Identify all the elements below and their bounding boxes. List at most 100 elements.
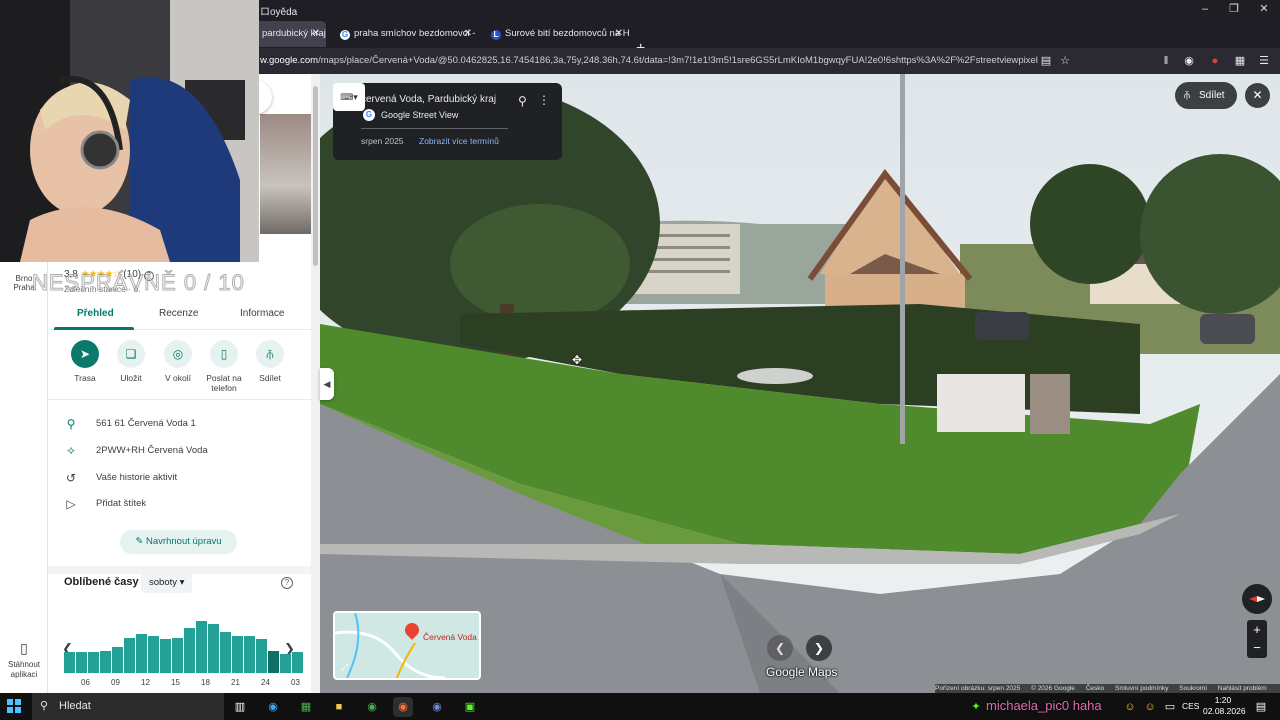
- help-icon[interactable]: ?: [281, 577, 293, 589]
- minimap[interactable]: Červená Voda ⤢: [333, 611, 481, 680]
- notifications-icon[interactable]: ▤: [1251, 697, 1271, 717]
- store-icon[interactable]: ▦: [296, 697, 316, 717]
- place-photo[interactable]: [260, 114, 311, 234]
- histogram-bar[interactable]: [124, 638, 135, 673]
- directions-label: Trasa: [74, 373, 96, 383]
- histogram-bar[interactable]: [160, 639, 171, 673]
- histogram-bar[interactable]: [64, 652, 75, 673]
- street-view[interactable]: [320, 74, 1280, 693]
- extension-red-icon[interactable]: ●: [1206, 52, 1224, 70]
- save-button[interactable]: ❏ Uložit: [107, 340, 155, 383]
- windows-start-icon[interactable]: [7, 699, 21, 713]
- footer-terms[interactable]: Smluvní podmínky: [1115, 685, 1168, 692]
- file-explorer-icon[interactable]: ■: [329, 697, 349, 717]
- panel-scrollbar[interactable]: [311, 74, 320, 693]
- tab-about[interactable]: Informace: [240, 308, 284, 319]
- next-arrow-button[interactable]: ❯: [806, 635, 832, 661]
- tab-reviews[interactable]: Recenze: [159, 308, 198, 319]
- footer-country[interactable]: Česko: [1086, 685, 1104, 692]
- edge-icon[interactable]: ◉: [263, 697, 283, 717]
- more-options-icon[interactable]: ⋮: [538, 93, 550, 107]
- plus-code-row[interactable]: ✧ 2PWW+RH Červená Voda: [48, 438, 311, 464]
- tab-google-search[interactable]: Gpraha smíchov bezdomovci - H ✕: [330, 21, 478, 47]
- chrome-icon[interactable]: ◉: [362, 697, 382, 717]
- collapse-panel-button[interactable]: ◀: [320, 368, 334, 400]
- clock-date: 02.08.2026: [1203, 706, 1246, 716]
- close-window-button[interactable]: ✕: [1249, 1, 1279, 17]
- bookmark-star-icon[interactable]: ☆: [1056, 52, 1074, 70]
- histogram-hour-label: 03: [291, 678, 300, 687]
- histogram-bar[interactable]: [148, 636, 159, 673]
- histogram-bar[interactable]: [100, 651, 111, 673]
- histogram-bar[interactable]: [184, 628, 195, 673]
- close-tab-icon[interactable]: ✕: [615, 21, 623, 47]
- activity-text: Vaše historie aktivit: [96, 472, 178, 483]
- day-selector[interactable]: soboty ▾: [141, 573, 193, 593]
- close-tab-icon[interactable]: ✕: [464, 21, 472, 47]
- tab-article[interactable]: L Surové bití bezdomovců na Hla ✕: [481, 21, 629, 47]
- library-icon[interactable]: ‖: [1157, 52, 1175, 70]
- send-to-phone-button[interactable]: ▯ Poslat na telefon: [200, 340, 248, 393]
- zoom-in-button[interactable]: +: [1247, 620, 1267, 639]
- tab-overview[interactable]: Přehled: [77, 308, 114, 319]
- footer-report[interactable]: Nahlásit problém: [1218, 685, 1267, 692]
- firefox-icon[interactable]: ◉: [393, 697, 413, 717]
- more-dates-link[interactable]: Zobrazit více termínů: [419, 136, 499, 146]
- window-title: ロoyěda: [260, 7, 298, 18]
- kick-tray-icon[interactable]: ✦: [966, 697, 986, 717]
- directions-button[interactable]: ➤ Trasa: [61, 340, 109, 383]
- share-button[interactable]: ⫚ Sdílet: [1175, 82, 1237, 109]
- move-cursor-icon: ✥: [572, 353, 583, 367]
- footer-privacy[interactable]: Soukromí: [1179, 685, 1207, 692]
- previous-arrow-button[interactable]: ❮: [767, 635, 793, 661]
- battery-icon[interactable]: ▭: [1160, 697, 1180, 717]
- active-tab-indicator: [54, 327, 134, 330]
- account-icon[interactable]: ◉: [1180, 52, 1198, 70]
- histogram-bar[interactable]: [268, 651, 279, 673]
- activity-row[interactable]: ↺ Vaše historie aktivit: [48, 465, 311, 491]
- address-bar[interactable]: w.google.com/maps/place/Červená+Voda/@50…: [250, 51, 1038, 71]
- zoom-out-button[interactable]: −: [1247, 639, 1267, 658]
- compass-icon[interactable]: [1242, 584, 1272, 614]
- add-label-row[interactable]: ▷ Přidat štítek: [48, 491, 311, 517]
- histogram-bar[interactable]: [232, 636, 243, 673]
- task-view-icon[interactable]: ▥: [230, 697, 250, 717]
- histogram-bar[interactable]: [256, 639, 267, 673]
- nearby-button[interactable]: ◎ V okolí: [154, 340, 202, 383]
- close-tab-icon[interactable]: ✕: [312, 21, 320, 47]
- restore-button[interactable]: ❐: [1219, 1, 1249, 17]
- suggest-edit-button[interactable]: ✎ Navrhnout úpravu: [120, 530, 237, 554]
- histogram-bar[interactable]: [172, 638, 183, 673]
- location-pin-icon[interactable]: ⚲: [518, 94, 527, 108]
- stream-app-icon[interactable]: ▣: [460, 697, 480, 717]
- histogram-bar[interactable]: [136, 634, 147, 673]
- share-place-button[interactable]: ⫚ Sdílet: [246, 340, 294, 383]
- histogram-bar[interactable]: [292, 652, 303, 673]
- keyboard-icon[interactable]: ⌨▾: [333, 83, 365, 111]
- scrollbar-thumb[interactable]: [313, 86, 318, 266]
- reader-view-icon[interactable]: ▤: [1037, 52, 1055, 70]
- histogram-bar[interactable]: [220, 632, 231, 673]
- extensions-icon[interactable]: ▦: [1231, 52, 1249, 70]
- download-app-button[interactable]: ▯ Stáhnout aplikaci: [0, 640, 48, 680]
- histogram-bar[interactable]: [280, 654, 291, 673]
- tab-maps[interactable]: pardubický kraj ✕: [252, 21, 326, 47]
- minimize-button[interactable]: –: [1190, 1, 1220, 17]
- histogram-bar[interactable]: [208, 624, 219, 673]
- histogram-bar[interactable]: [196, 621, 207, 673]
- histogram-bar[interactable]: [112, 647, 123, 673]
- menu-icon[interactable]: ☰: [1255, 52, 1273, 70]
- histogram-bar[interactable]: [88, 652, 99, 673]
- expand-icon[interactable]: ⤢: [341, 662, 353, 674]
- share-place-label: Sdílet: [259, 373, 281, 383]
- histogram-bar[interactable]: [244, 636, 255, 673]
- taskbar-search[interactable]: ⚲ Hledat: [32, 693, 224, 720]
- close-street-view-button[interactable]: ✕: [1245, 83, 1270, 108]
- histogram-bar[interactable]: [76, 652, 87, 673]
- address-text: 561 61 Červená Voda 1: [96, 418, 196, 429]
- address-row[interactable]: ⚲ 561 61 Červená Voda 1: [48, 411, 311, 437]
- language-indicator[interactable]: CES: [1182, 701, 1199, 711]
- clock[interactable]: 1:20 02.08.2026: [1203, 695, 1246, 717]
- discord-icon[interactable]: ◉: [427, 697, 447, 717]
- footer-copyright: © 2026 Google: [1031, 685, 1075, 692]
